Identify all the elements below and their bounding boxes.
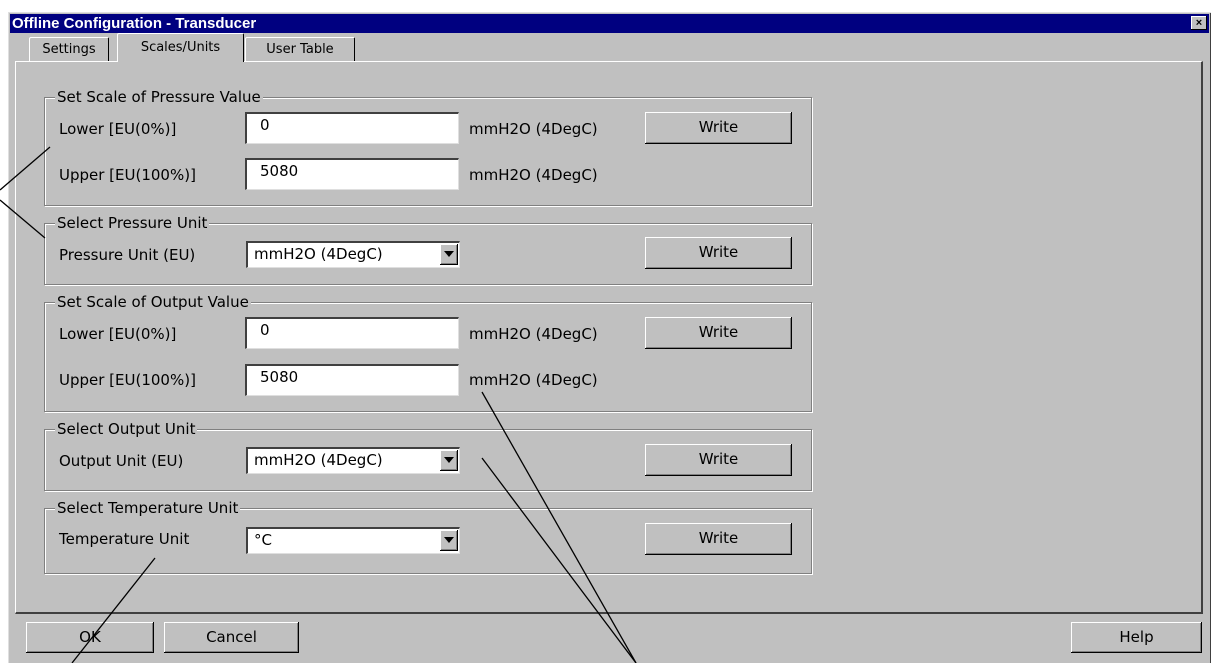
pressure-scale-title: Set Scale of Pressure Value bbox=[55, 88, 263, 106]
tab-settings[interactable]: Settings bbox=[29, 37, 109, 61]
pressure-unit-label: Pressure Unit (EU) bbox=[59, 246, 196, 264]
pressure-unit-selected: mmH2O (4DegC) bbox=[254, 245, 383, 263]
tab-scales-units[interactable]: Scales/Units bbox=[117, 33, 244, 62]
tab-user-table[interactable]: User Table bbox=[245, 37, 355, 61]
cancel-button[interactable]: Cancel bbox=[164, 622, 299, 653]
pressure-scale-write-button[interactable]: Write bbox=[645, 112, 792, 144]
temperature-unit-title: Select Temperature Unit bbox=[55, 499, 241, 517]
window-title: Offline Configuration - Transducer bbox=[12, 15, 257, 32]
chevron-down-icon[interactable] bbox=[440, 450, 458, 471]
pressure-unit-select[interactable]: mmH2O (4DegC) bbox=[246, 241, 460, 268]
pressure-lower-input[interactable]: 0 bbox=[245, 112, 459, 144]
pressure-lower-label: Lower [EU(0%)] bbox=[59, 120, 177, 138]
pressure-upper-input[interactable]: 5080 bbox=[245, 158, 459, 190]
tab-user-table-label: User Table bbox=[266, 42, 334, 57]
chevron-down-icon[interactable] bbox=[440, 530, 458, 551]
output-scale-title: Set Scale of Output Value bbox=[55, 293, 251, 311]
output-upper-input[interactable]: 5080 bbox=[245, 364, 459, 396]
close-icon: × bbox=[1195, 17, 1203, 29]
output-unit-write-button[interactable]: Write bbox=[645, 444, 792, 476]
output-upper-label: Upper [EU(100%)] bbox=[59, 371, 196, 389]
pressure-lower-unit: mmH2O (4DegC) bbox=[469, 120, 598, 138]
pressure-unit-write-button[interactable]: Write bbox=[645, 237, 792, 269]
output-unit-label: Output Unit (EU) bbox=[59, 452, 184, 470]
output-unit-select[interactable]: mmH2O (4DegC) bbox=[246, 447, 460, 474]
temperature-unit-write-button[interactable]: Write bbox=[645, 523, 792, 555]
help-button[interactable]: Help bbox=[1071, 622, 1202, 653]
pressure-unit-title: Select Pressure Unit bbox=[55, 214, 210, 232]
output-lower-label: Lower [EU(0%)] bbox=[59, 325, 177, 343]
tab-scales-units-label: Scales/Units bbox=[140, 40, 221, 55]
output-unit-title: Select Output Unit bbox=[55, 420, 198, 438]
tab-settings-label: Settings bbox=[42, 42, 96, 57]
pressure-upper-unit: mmH2O (4DegC) bbox=[469, 166, 598, 184]
output-lower-unit: mmH2O (4DegC) bbox=[469, 325, 598, 343]
temperature-unit-label: Temperature Unit bbox=[59, 530, 190, 548]
output-lower-input[interactable]: 0 bbox=[245, 317, 459, 349]
close-button[interactable]: × bbox=[1191, 16, 1207, 30]
output-unit-selected: mmH2O (4DegC) bbox=[254, 451, 383, 469]
temperature-unit-selected: °C bbox=[254, 531, 272, 549]
title-bar[interactable]: Offline Configuration - Transducer × bbox=[10, 14, 1209, 33]
temperature-unit-select[interactable]: °C bbox=[246, 527, 460, 554]
pressure-upper-label: Upper [EU(100%)] bbox=[59, 166, 196, 184]
output-upper-unit: mmH2O (4DegC) bbox=[469, 371, 598, 389]
chevron-down-icon[interactable] bbox=[440, 244, 458, 265]
ok-button[interactable]: OK bbox=[26, 622, 154, 653]
output-scale-write-button[interactable]: Write bbox=[645, 317, 792, 349]
